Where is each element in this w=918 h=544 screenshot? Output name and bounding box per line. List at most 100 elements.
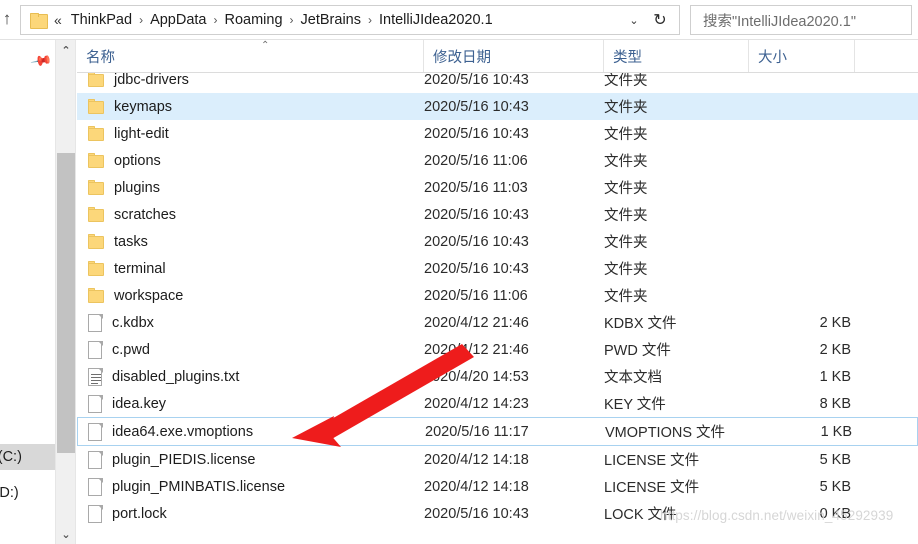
table-row[interactable]: light-edit 2020/5/16 10:43 文件夹 [77,120,918,147]
table-row[interactable]: tasks 2020/5/16 10:43 文件夹 [77,228,918,255]
refresh-icon[interactable]: ↻ [649,6,671,34]
table-row[interactable]: options 2020/5/16 11:06 文件夹 [77,147,918,174]
column-header-size[interactable]: 大小 [749,40,855,72]
cell-type: 文件夹 [604,100,648,116]
table-row[interactable]: plugin_PIEDIS.license 2020/4/12 14:18 LICE… [77,446,918,473]
breadcrumb-overflow-icon[interactable]: « [54,12,62,28]
column-header-type[interactable]: 类型 [604,40,749,72]
table-row[interactable]: scratches 2020/5/16 10:43 文件夹 [77,201,918,228]
cell-name: light-edit [77,126,420,142]
folder-icon [88,207,105,222]
cell-date-modified: 2020/5/16 11:06 [424,152,528,169]
cell-date-modified: 2020/4/12 21:46 [424,341,529,358]
file-name: light-edit [114,125,169,142]
cell-date-modified: 2020/5/16 11:17 [425,423,529,440]
scroll-down-icon[interactable]: ⌄ [56,524,76,544]
table-row[interactable]: terminal 2020/5/16 10:43 文件夹 [77,255,918,282]
breadcrumb-item-appdata[interactable]: AppData [148,11,208,29]
cell-date-modified: 2020/5/16 10:43 [424,125,529,142]
cell-name: scratches [77,207,420,223]
table-row[interactable]: jdbc-drivers 2020/5/16 10:43 文件夹 [77,73,918,93]
cell-date-modified: 2020/5/16 10:43 [424,505,529,522]
cell-size: 8 KB [819,395,851,412]
cell-type: LICENSE 文件 [604,453,700,469]
cell-type: KEY 文件 [604,397,666,413]
cell-type: KDBX 文件 [604,316,677,332]
address-bar[interactable]: « ThinkPad › AppData › Roaming › JetBrai… [20,5,680,35]
folder-icon [88,234,105,249]
breadcrumb-separator[interactable]: › [290,13,294,27]
breadcrumb-separator[interactable]: › [368,13,372,27]
cell-date-modified: 2020/5/16 10:43 [424,98,529,115]
nav-item-d-drive[interactable]: 盘 (D:) [0,478,55,504]
breadcrumb-item-jetbrains[interactable]: JetBrains [299,11,363,29]
cell-type: 文件夹 [604,235,648,251]
table-row[interactable]: idea.key 2020/4/12 14:23 KEY 文件 8 KB [77,390,918,417]
cell-size: 2 KB [819,314,851,331]
file-name: idea64.exe.vmoptions [112,423,254,440]
cell-type: 文本文档 [604,370,662,386]
cell-date-modified: 2020/5/16 10:43 [424,233,529,250]
table-row[interactable]: keymaps 2020/5/16 10:43 文件夹 [77,93,918,120]
cell-name: jdbc-drivers [77,73,420,88]
column-header-size-label: 大小 [758,49,787,66]
cell-size: 1 KB [820,423,852,440]
table-row[interactable]: idea64.exe.vmoptions 2020/5/16 11:17 VMOPT… [77,417,918,446]
file-name: plugin_PIEDIS.license [112,451,256,468]
file-icon [88,340,103,359]
scroll-up-icon[interactable]: ⌃ [56,40,76,60]
cell-name: plugins [77,180,420,196]
cell-date-modified: 2020/5/16 10:43 [424,73,529,88]
folder-icon [88,261,105,276]
table-row[interactable]: c.pwd 2020/4/12 21:46 PWD 文件 2 KB [77,336,918,363]
table-row[interactable]: plugins 2020/5/16 11:03 文件夹 [77,174,918,201]
column-header-name[interactable]: 名称 ⌃ [77,40,424,72]
column-header-type-label: 类型 [613,49,642,66]
table-row[interactable]: workspace 2020/5/16 11:06 文件夹 [77,282,918,309]
cell-date-modified: 2020/4/12 14:18 [424,451,529,468]
file-explorer-window: ↑ « ThinkPad › AppData › Roaming › JetBr… [0,0,918,544]
nav-item-windows-c-drive[interactable]: ws (C:) [0,444,55,470]
breadcrumb-separator[interactable]: › [214,13,218,27]
file-icon [88,477,103,496]
pin-icon[interactable]: 📌 [30,49,53,72]
breadcrumb-item-intellijidea2020-1[interactable]: IntelliJIdea2020.1 [377,11,495,29]
cell-name: port.lock [77,504,420,523]
breadcrumb-separator[interactable]: › [139,13,143,27]
cell-name: keymaps [77,99,420,115]
column-header-date-modified[interactable]: 修改日期 [424,40,604,72]
table-row[interactable]: plugin_PMINBATIS.license 2020/4/12 14:18 L… [77,473,918,500]
cell-type: 文件夹 [604,181,648,197]
folder-icon [88,180,105,195]
cell-type: 文件夹 [604,262,648,278]
column-header-row: 名称 ⌃ 修改日期 类型 大小 [77,40,918,73]
file-name: options [114,152,161,169]
cell-type: 文件夹 [604,208,648,224]
search-input[interactable]: 搜索"IntelliJIdea2020.1" [690,5,912,35]
cell-date-modified: 2020/4/12 14:23 [424,395,529,412]
column-header-name-label: 名称 [86,49,115,66]
file-name: plugins [114,179,160,196]
file-icon [88,313,103,332]
table-row[interactable]: c.kdbx 2020/4/12 21:46 KDBX 文件 2 KB [77,309,918,336]
navigation-scrollbar[interactable]: ⌃ ⌄ [56,40,76,544]
file-icon [88,450,103,469]
up-one-level-icon[interactable]: ↑ [0,8,18,30]
breadcrumb: « ThinkPad › AppData › Roaming › JetBrai… [54,11,495,29]
cell-name: workspace [77,288,420,304]
sort-ascending-icon: ⌃ [261,40,270,51]
cell-size: 5 KB [819,478,851,495]
breadcrumb-item-roaming[interactable]: Roaming [223,11,285,29]
file-rows-viewport: jdbc-drivers 2020/5/16 10:43 文件夹 keymaps 202… [77,73,918,544]
breadcrumb-item-thinkpad[interactable]: ThinkPad [69,11,134,29]
file-name: jdbc-drivers [114,73,189,88]
scrollbar-thumb[interactable] [57,153,75,453]
chevron-down-icon[interactable]: ⌄ [623,6,645,34]
table-row[interactable]: disabled_plugins.txt 2020/4/20 14:53 文本文档 1… [77,363,918,390]
cell-name: disabled_plugins.txt [77,367,420,386]
folder-icon [88,126,105,141]
navigation-pane: 📌 ws (C:) 盘 (D:) [0,40,56,544]
file-rows: jdbc-drivers 2020/5/16 10:43 文件夹 keymaps 202… [77,73,918,527]
cell-name: options [77,153,420,169]
file-name: keymaps [114,98,173,115]
